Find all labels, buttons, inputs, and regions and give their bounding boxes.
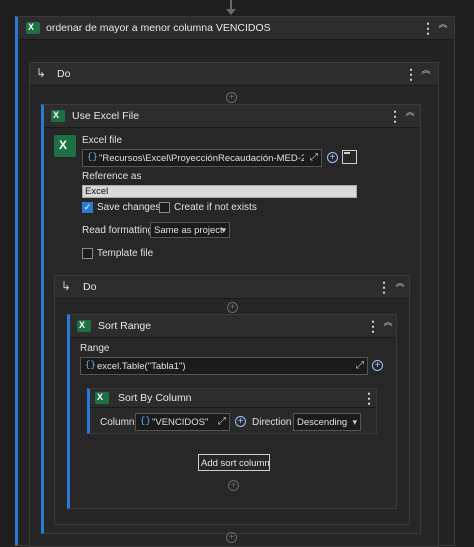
expand-icon[interactable]: ⤢ bbox=[356, 360, 364, 371]
reference-as-input[interactable]: Excel bbox=[82, 185, 357, 198]
excel-file-input[interactable]: {} "Recursos\Excel\ProyecciónRecaudación… bbox=[82, 149, 322, 167]
kebab-menu-icon[interactable]: ⋮ bbox=[421, 20, 435, 36]
range-label: Range bbox=[80, 343, 110, 354]
chevron-down-icon: ▾ bbox=[352, 417, 357, 427]
direction-select[interactable]: Descending ▾ bbox=[293, 413, 361, 431]
save-changes-checkbox[interactable]: ✓ bbox=[82, 202, 93, 213]
chevron-down-icon: ▾ bbox=[221, 225, 226, 235]
folder-tab-icon bbox=[344, 152, 350, 154]
do-inner-card: ↳ Do ⋮ ︽ + Sort Range ⋮ ︽ Range bbox=[54, 275, 410, 525]
add-step-icon[interactable]: + bbox=[226, 92, 237, 103]
excel-icon bbox=[95, 392, 109, 404]
read-formatting-label: Read formatting bbox=[82, 225, 154, 236]
expression-brace-icon: {} bbox=[87, 152, 98, 162]
excel-icon bbox=[26, 22, 40, 34]
expand-icon[interactable]: ⤢ bbox=[310, 152, 318, 163]
template-file-checkbox[interactable] bbox=[82, 248, 93, 259]
read-formatting-value: Same as project bbox=[154, 225, 223, 236]
sort-by-column-title: Sort By Column bbox=[118, 392, 192, 404]
outer-sequence-title: ordenar de mayor a menor columna VENCIDO… bbox=[46, 22, 271, 34]
branch-icon: ↳ bbox=[61, 279, 72, 293]
use-excel-file-header[interactable]: Use Excel File ⋮ ︽ bbox=[44, 105, 420, 128]
column-label: Column bbox=[100, 417, 135, 428]
add-sort-column-button[interactable]: Add sort column bbox=[198, 454, 270, 471]
excel-letter-icon: X bbox=[59, 138, 68, 152]
sort-range-header[interactable]: Sort Range ⋮ ︽ bbox=[70, 315, 396, 338]
add-expression-icon[interactable]: + bbox=[235, 416, 246, 427]
save-changes-label: Save changes bbox=[97, 202, 161, 213]
collapse-icon[interactable]: ︽ bbox=[381, 318, 395, 334]
add-step-icon[interactable]: + bbox=[228, 480, 239, 491]
sort-by-column-header[interactable]: Sort By Column ⋮ bbox=[90, 389, 376, 408]
reference-as-value: Excel bbox=[85, 186, 109, 197]
kebab-menu-icon[interactable]: ⋮ bbox=[377, 279, 391, 295]
excel-file-label: Excel file bbox=[82, 135, 123, 146]
add-expression-icon[interactable]: + bbox=[372, 360, 383, 371]
create-if-not-exists-label: Create if not exists bbox=[174, 202, 257, 213]
do-inner-label: Do bbox=[83, 281, 97, 293]
use-excel-file-card: Use Excel File ⋮ ︽ X Excel file {} "Recu… bbox=[41, 104, 421, 534]
kebab-menu-icon[interactable]: ⋮ bbox=[404, 66, 418, 82]
collapse-icon[interactable]: ︽ bbox=[393, 279, 407, 295]
outer-sequence-card: ordenar de mayor a menor columna VENCIDO… bbox=[15, 16, 455, 547]
outer-sequence-header[interactable]: ordenar de mayor a menor columna VENCIDO… bbox=[18, 17, 454, 40]
expand-icon[interactable]: ⤢ bbox=[218, 416, 226, 427]
add-step-bottom-icon[interactable]: + bbox=[226, 532, 237, 543]
sort-range-title: Sort Range bbox=[98, 320, 152, 332]
kebab-menu-icon[interactable]: ⋮ bbox=[388, 108, 402, 124]
template-file-label: Template file bbox=[97, 248, 154, 259]
collapse-icon[interactable]: ︽ bbox=[436, 20, 450, 36]
do-outer-label: Do bbox=[57, 68, 71, 80]
reference-as-label: Reference as bbox=[82, 171, 142, 182]
range-input[interactable]: {} excel.Table("Tabla1") ⤢ bbox=[80, 357, 368, 375]
excel-icon bbox=[51, 110, 65, 122]
branch-icon: ↳ bbox=[36, 66, 47, 80]
do-outer-header[interactable]: ↳ Do ⋮ ︽ bbox=[30, 63, 438, 86]
do-inner-header[interactable]: ↳ Do ⋮ ︽ bbox=[55, 276, 409, 299]
use-excel-file-title: Use Excel File bbox=[72, 110, 140, 122]
do-outer-card: ↳ Do ⋮ ︽ + Use Excel File ⋮ ︽ X Excel fi… bbox=[29, 62, 439, 547]
expression-brace-icon: {} bbox=[140, 416, 151, 426]
excel-file-large-icon: X bbox=[54, 135, 76, 157]
create-if-not-exists-checkbox[interactable] bbox=[159, 202, 170, 213]
excel-file-value: "Recursos\Excel\ProyecciónRecaudación-ME… bbox=[99, 153, 304, 164]
column-input[interactable]: {} "VENCIDOS" ⤢ bbox=[135, 413, 230, 431]
read-formatting-select[interactable]: Same as project ▾ bbox=[150, 222, 230, 238]
add-step-icon[interactable]: + bbox=[227, 302, 238, 313]
excel-icon bbox=[77, 320, 91, 332]
collapse-icon[interactable]: ︽ bbox=[403, 108, 417, 124]
sort-range-card: Sort Range ⋮ ︽ Range {} excel.Table("Tab… bbox=[67, 314, 397, 509]
kebab-menu-icon[interactable]: ⋮ bbox=[366, 318, 380, 334]
connector-arrowhead-icon bbox=[226, 9, 236, 15]
direction-label: Direction bbox=[252, 417, 292, 428]
collapse-icon[interactable]: ︽ bbox=[419, 66, 433, 82]
range-value: excel.Table("Tabla1") bbox=[97, 361, 186, 372]
kebab-menu-icon[interactable]: ⋮ bbox=[362, 390, 376, 406]
folder-browse-icon[interactable] bbox=[342, 150, 357, 164]
direction-value: Descending bbox=[297, 417, 348, 428]
expression-brace-icon: {} bbox=[85, 360, 96, 370]
column-value: "VENCIDOS" bbox=[152, 417, 209, 428]
sort-by-column-card: Sort By Column ⋮ Column {} "VENCIDOS" ⤢ … bbox=[87, 388, 377, 434]
add-expression-icon[interactable]: + bbox=[327, 152, 338, 163]
add-sort-column-label: Add sort column bbox=[201, 458, 270, 469]
